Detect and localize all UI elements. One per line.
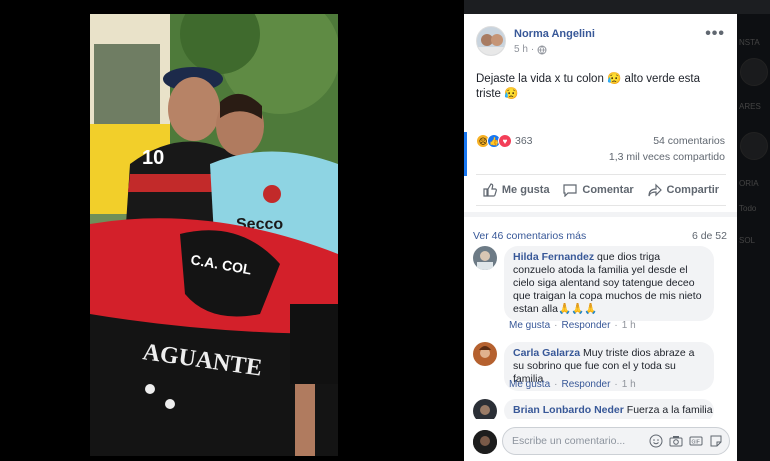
section-divider [464, 212, 737, 217]
more-options-icon[interactable]: ••• [705, 25, 725, 43]
comment-reply-link[interactable]: Responder [561, 320, 610, 331]
post-header: Norma Angelini 5 h · ••• [464, 14, 737, 64]
meta-dot: · [530, 44, 535, 55]
sidebar-fragment-2: ARES [739, 102, 761, 111]
share-arrow-icon [647, 183, 662, 197]
photo-illustration: 10 Secco C.A. COL AGUANTE [90, 14, 338, 456]
comment-actions: Me gusta · Responder · 1 h [509, 320, 636, 331]
globe-icon [537, 45, 547, 54]
comment-actions: Me gusta · Responder · 1 h [509, 379, 636, 390]
commenter-name[interactable]: Brian Lonbardo Neder [513, 404, 624, 416]
author-name[interactable]: Norma Angelini [514, 28, 595, 40]
current-user-avatar[interactable] [473, 430, 497, 454]
author-avatar[interactable] [476, 26, 506, 56]
svg-text:GIF: GIF [692, 440, 700, 446]
commenter-avatar[interactable] [473, 342, 497, 366]
post-action-bar: Me gusta Comentar Compartir [476, 174, 726, 206]
post-panel: Norma Angelini 5 h · ••• Dejaste la vida… [464, 14, 737, 461]
love-reaction-icon: ♥ [498, 134, 512, 148]
photo-viewer: 10 Secco C.A. COL AGUANTE [0, 0, 464, 461]
share-label: Compartir [666, 184, 720, 196]
comment-text: Fuerza a la familia [626, 404, 713, 416]
commenter-avatar[interactable] [473, 399, 497, 419]
commenter-avatar[interactable] [473, 246, 497, 270]
comments-count[interactable]: 54 comentarios [653, 135, 725, 147]
share-button[interactable]: Compartir [647, 183, 720, 197]
comment-bubble-icon [563, 184, 577, 197]
comment-composer: Escribe un comentario... GIF [464, 419, 737, 461]
post-time[interactable]: 5 h [514, 44, 528, 55]
comment-like-link[interactable]: Me gusta [509, 379, 550, 390]
comment-reply-link[interactable]: Responder [561, 379, 610, 390]
focus-accent-bar [464, 132, 467, 176]
composer-icons: GIF [649, 434, 723, 448]
post-text: Dejaste la vida x tu colon 😥 alto verde … [476, 73, 700, 100]
gif-icon[interactable]: GIF [689, 434, 703, 448]
sidebar-fragment-5: SOL [739, 236, 756, 245]
post-photo[interactable]: 10 Secco C.A. COL AGUANTE [90, 14, 338, 456]
comment-bubble: Hilda Fernandez que dios triga conzuelo … [504, 246, 714, 321]
comment-bubble: Brian Lonbardo Neder Fuerza a la familia [504, 399, 714, 419]
sidebar-fragment-1: NSTA [739, 38, 760, 47]
camera-icon[interactable] [669, 434, 683, 448]
comment-action-dot: · [614, 320, 618, 331]
view-more-comments-link[interactable]: Ver 46 comentarios más [473, 230, 586, 242]
sidebar-avatar-2[interactable] [740, 132, 768, 160]
jersey-number: 10 [142, 147, 164, 169]
comment-item: Brian Lonbardo Neder Fuerza a la familia [473, 399, 733, 419]
commenter-name[interactable]: Carla Galarza [513, 347, 580, 359]
sticker-icon[interactable] [709, 434, 723, 448]
comment-action-dot: · [554, 379, 558, 390]
comment-time[interactable]: 1 h [622, 379, 636, 390]
sidebar-fragment-4: Todo [739, 204, 757, 213]
sidebar-fragment-3: ORIA [739, 179, 759, 188]
thumbs-up-icon [483, 183, 497, 197]
post-meta: 5 h · [514, 44, 547, 55]
shares-count[interactable]: 1,3 mil veces compartido [609, 151, 725, 163]
commenter-name[interactable]: Hilda Fernandez [513, 251, 594, 263]
emoji-icon[interactable] [649, 434, 663, 448]
comment-input-placeholder: Escribe un comentario... [512, 435, 626, 447]
reaction-count: 363 [515, 135, 533, 147]
sidebar-avatar-1[interactable] [740, 58, 768, 86]
comments-pager: 6 de 52 [691, 230, 727, 242]
like-button[interactable]: Me gusta [483, 183, 550, 197]
comment-action-dot: · [554, 320, 558, 331]
comment-label: Comentar [582, 184, 634, 196]
reaction-summary[interactable]: ☹ 👍 ♥ 363 [476, 134, 533, 148]
comment-like-link[interactable]: Me gusta [509, 320, 550, 331]
like-label: Me gusta [501, 184, 550, 196]
comment-action-dot: · [614, 379, 618, 390]
right-sidebar-strip: NSTA ARES ORIA Todo SOL [737, 14, 770, 461]
comment-time[interactable]: 1 h [622, 320, 636, 331]
comment-button[interactable]: Comentar [563, 183, 634, 197]
comment-input[interactable]: Escribe un comentario... GIF [502, 427, 730, 455]
